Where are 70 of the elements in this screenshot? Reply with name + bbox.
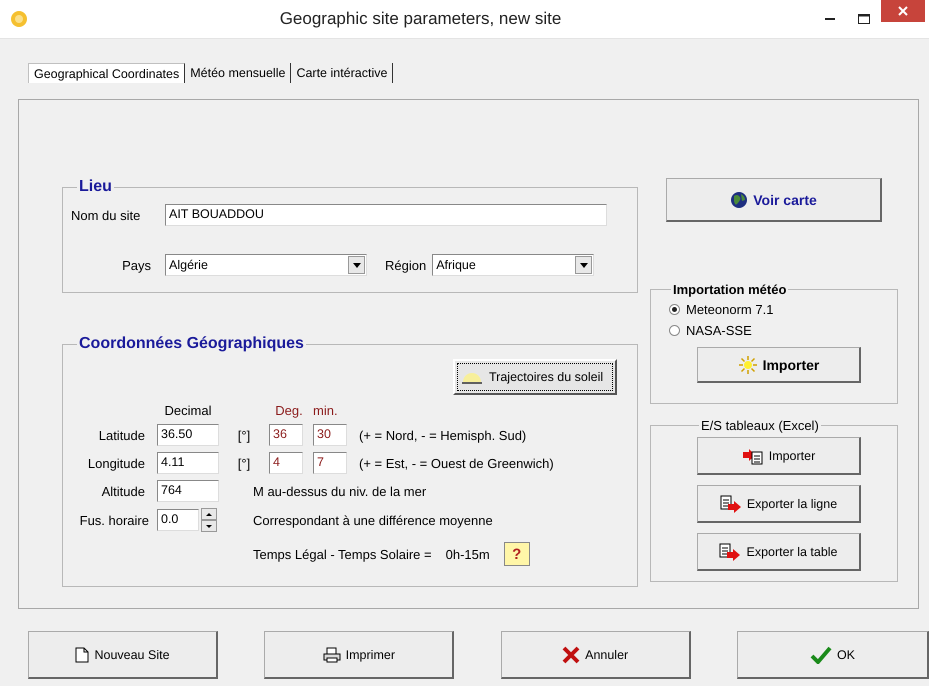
input-field[interactable]: 30 <box>313 424 347 446</box>
group-title: E/S tableaux (Excel) <box>700 418 820 433</box>
radio-button[interactable]: Meteonorm 7.1 <box>669 299 774 320</box>
spinner[interactable] <box>201 508 217 532</box>
group-title: Importation météo <box>672 282 788 297</box>
sun-icon <box>738 354 758 374</box>
field-label: Latitude <box>98 428 146 442</box>
column-header: min. <box>313 403 339 418</box>
import-icon <box>742 446 764 464</box>
input-field[interactable]: AIT BOUADDOU <box>165 204 607 226</box>
hint-text: (+ = Est, - = Ouest de Greenwich) <box>359 456 555 470</box>
country-dropdown[interactable]: Algérie <box>165 254 367 276</box>
close-button[interactable] <box>881 0 925 22</box>
window-title: Geographic site parameters, new site <box>278 9 562 29</box>
input-field[interactable]: 4 <box>269 452 303 474</box>
dropdown-arrow-icon <box>580 262 588 268</box>
time-difference-value: 0h-15m <box>446 546 490 562</box>
group-title: Lieu <box>78 178 113 196</box>
input-field[interactable]: 36.50 <box>157 424 219 446</box>
time-difference-label: Temps Légal - Temps Solaire = <box>253 546 432 562</box>
minimize-icon <box>825 18 835 20</box>
up-arrow-icon <box>206 512 212 516</box>
field-label: Fus. horaire <box>78 512 150 528</box>
export-icon <box>719 542 742 560</box>
unit-label: [°] <box>236 428 252 442</box>
tab[interactable]: Geographical Coordinates <box>28 63 186 83</box>
export-button[interactable]: Exporter la table <box>697 533 861 571</box>
field-label: Nom du site <box>71 208 142 222</box>
hint-text: (+ = Nord, - = Hemisph. Sud) <box>359 428 528 442</box>
import-button[interactable]: Importer <box>697 347 861 383</box>
print-button[interactable]: Imprimer <box>264 631 454 679</box>
hint-text: Correspondant à une différence moyenne <box>253 512 494 528</box>
maximize-icon <box>858 14 870 24</box>
import-button[interactable]: Importer <box>697 437 861 475</box>
group-title: Coordonnées Géographiques <box>78 335 305 353</box>
column-header: Decimal <box>164 403 212 418</box>
app-icon <box>10 10 28 28</box>
field-label: Longitude <box>86 456 146 470</box>
cancel-button[interactable]: Annuler <box>500 631 691 679</box>
help-button[interactable]: ? <box>504 542 530 566</box>
unit-label: [°] <box>236 456 252 470</box>
radio-button[interactable]: NASA-SSE <box>669 320 752 341</box>
export-icon <box>720 494 742 512</box>
new-site-button[interactable]: Nouveau Site <box>28 631 218 679</box>
cancel-icon <box>562 646 580 664</box>
down-arrow-icon <box>206 524 212 528</box>
region-dropdown[interactable]: Afrique <box>432 254 594 276</box>
printer-icon <box>322 646 341 662</box>
field-label: Pays <box>121 258 151 272</box>
tab[interactable]: Météo mensuelle <box>185 63 292 83</box>
ok-button[interactable]: OK <box>736 631 929 679</box>
input-field[interactable]: 764 <box>157 480 219 502</box>
input-field[interactable]: 7 <box>313 452 347 474</box>
document-icon <box>75 646 90 662</box>
globe-icon <box>730 190 748 208</box>
checkmark-icon <box>810 646 832 664</box>
input-field[interactable]: 4.11 <box>157 452 219 474</box>
input-field[interactable]: 36 <box>269 424 303 446</box>
hint-text: M au-dessus du niv. de la mer <box>253 484 428 498</box>
tab[interactable]: Carte intéractive <box>291 63 394 83</box>
dropdown-arrow-icon <box>352 262 360 268</box>
close-icon <box>898 6 908 16</box>
field-label: Altitude <box>100 484 146 498</box>
map-button[interactable]: Voir carte <box>666 178 882 222</box>
export-button[interactable]: Exporter la ligne <box>697 485 861 523</box>
column-header: Deg. <box>274 403 304 418</box>
field-label: Région <box>385 258 426 272</box>
input-field[interactable]: 0.0 <box>157 509 199 531</box>
sun-arc-icon <box>461 370 483 384</box>
sun-paths-button[interactable]: Trajectoires du soleil <box>453 359 617 395</box>
